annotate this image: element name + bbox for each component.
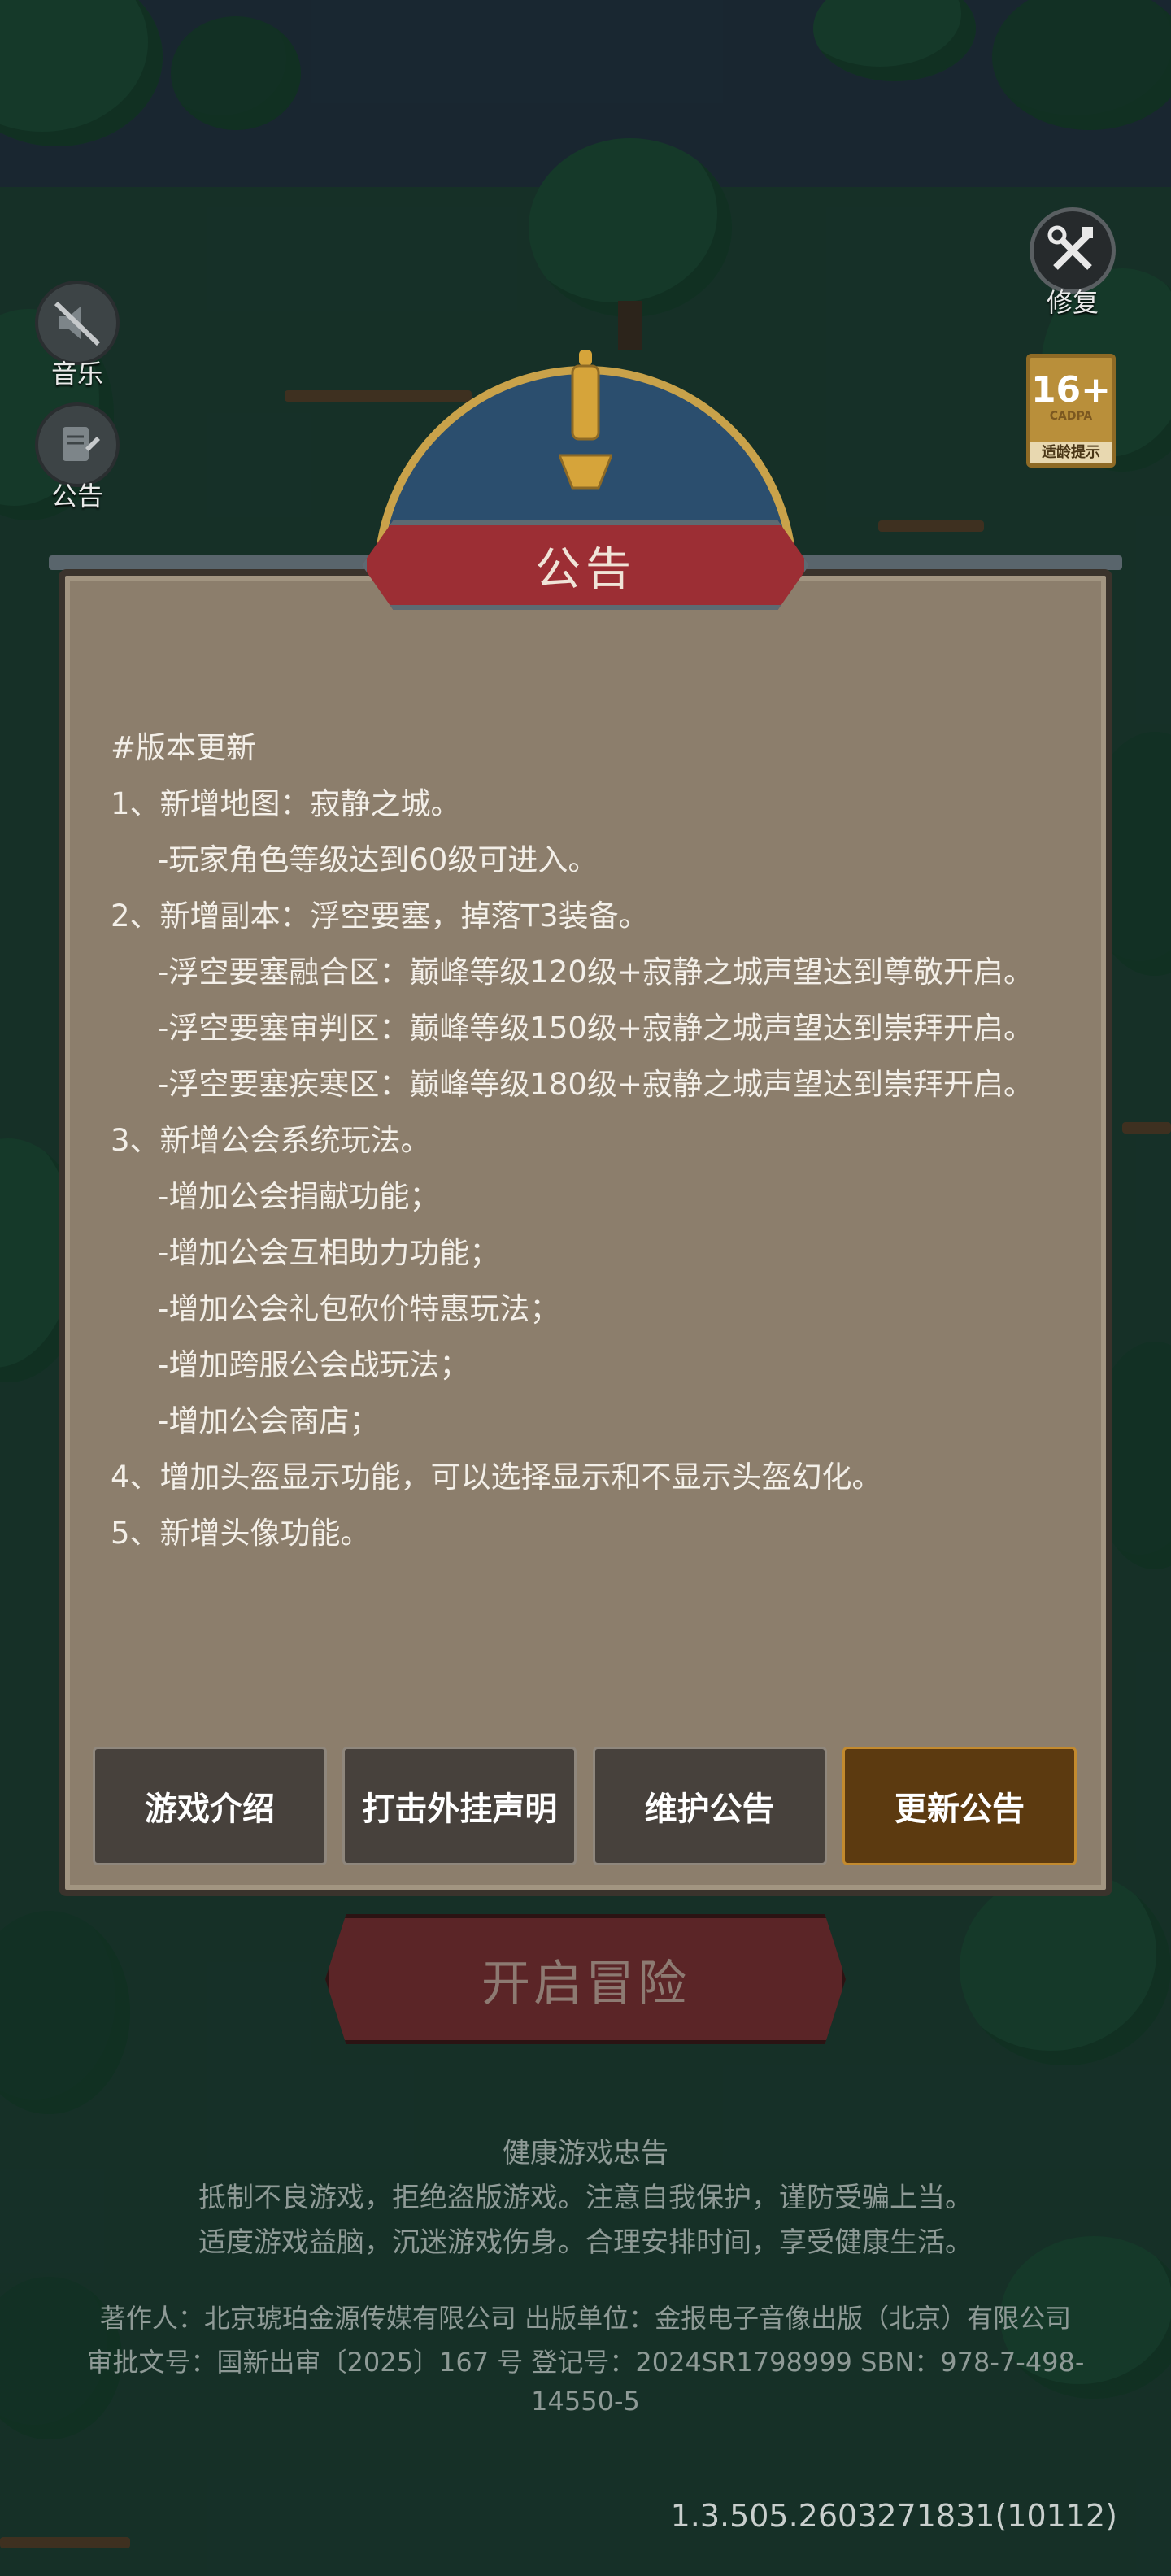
tab-anti-cheat[interactable]: 打击外挂声明	[342, 1747, 577, 1865]
announcement-line: -浮空要塞疾寒区：巅峰等级180级+寂静之城声望达到崇拜开启。	[158, 1067, 1034, 1102]
dialog-title: 公告	[535, 542, 636, 596]
health-notice-line: 抵制不良游戏，拒绝盗版游戏。注意自我保护，谨防受骗上当。	[198, 2182, 973, 2214]
announcement-label: 公告	[50, 481, 103, 511]
wrench-screwdriver-icon	[1030, 207, 1116, 294]
health-notice-line: 适度游戏益脑，沉迷游戏伤身。合理安排时间，享受健康生活。	[198, 2226, 973, 2259]
age-rating-value: 16+	[1030, 369, 1112, 411]
tab-update-notice[interactable]: 更新公告	[842, 1747, 1077, 1865]
health-notice-title: 健康游戏忠告	[503, 2137, 668, 2169]
version-label: 1.3.505.2603271831(10112)	[670, 2498, 1117, 2534]
announcement-line: -浮空要塞融合区：巅峰等级120级+寂静之城声望达到尊敬开启。	[158, 955, 1034, 990]
credits-line: 审批文号：国新出审〔2025〕167 号 登记号：2024SR1798999 S…	[86, 2347, 1085, 2378]
notice-scroll-icon	[35, 402, 120, 487]
announcement-line: -增加公会礼包砍价特惠玩法；	[158, 1291, 560, 1326]
announcement-line: 3、新增公会系统玩法。	[111, 1123, 431, 1158]
repair-button[interactable]: 修复	[1028, 207, 1117, 320]
announcement-line: #版本更新	[111, 730, 257, 765]
tab-game-intro[interactable]: 游戏介绍	[93, 1747, 327, 1865]
age-rating-tip: 适龄提示	[1030, 442, 1112, 463]
announcement-button[interactable]: 公告	[33, 402, 122, 513]
music-muted-icon	[35, 281, 120, 365]
dialog-top-rail-right	[797, 555, 1122, 570]
repair-label: 修复	[1046, 287, 1099, 318]
music-label: 音乐	[50, 359, 103, 389]
tab-maintenance[interactable]: 维护公告	[592, 1747, 827, 1865]
music-button[interactable]: 音乐	[33, 281, 122, 391]
announcement-line: -玩家角色等级达到60级可进入。	[158, 842, 599, 877]
dialog-title-bar: 公告	[362, 520, 809, 610]
announcement-line: -浮空要塞审判区：巅峰等级150级+寂静之城声望达到崇拜开启。	[158, 1011, 1034, 1046]
credits-line: 14550-5	[531, 2386, 640, 2417]
start-adventure-button[interactable]: 开启冒险	[325, 1914, 846, 2044]
age-rating-badge[interactable]: 16+ CADPA 适龄提示	[1026, 354, 1116, 468]
announcement-line: 1、新增地图：寂静之城。	[111, 786, 461, 821]
announcement-line: -增加公会捐献功能；	[158, 1179, 440, 1214]
start-adventure-label: 开启冒险	[481, 1955, 690, 2012]
announcement-line: 5、新增头像功能。	[111, 1516, 371, 1551]
announcement-line: 4、增加头盔显示功能，可以选择显示和不显示头盔幻化。	[111, 1460, 882, 1495]
announcement-line: -增加公会互相助力功能；	[158, 1235, 500, 1270]
dialog-top-rail-left	[49, 555, 374, 570]
announcement-line: 2、新增副本：浮空要塞，掉落T3装备。	[111, 899, 649, 933]
announcement-tabs: 游戏介绍 打击外挂声明 维护公告 更新公告	[93, 1747, 1077, 1865]
announcement-content: #版本更新 1、新增地图：寂静之城。 -玩家角色等级达到60级可进入。 2、新增…	[111, 720, 1070, 1561]
age-rating-org: CADPA	[1049, 410, 1093, 423]
credits-line: 著作人：北京琥珀金源传媒有限公司 出版单位：金报电子音像出版（北京）有限公司	[99, 2303, 1072, 2334]
announcement-line: -增加跨服公会战玩法；	[158, 1347, 470, 1382]
sword-hilt-icon	[559, 350, 612, 490]
announcement-line: -增加公会商店；	[158, 1403, 380, 1438]
